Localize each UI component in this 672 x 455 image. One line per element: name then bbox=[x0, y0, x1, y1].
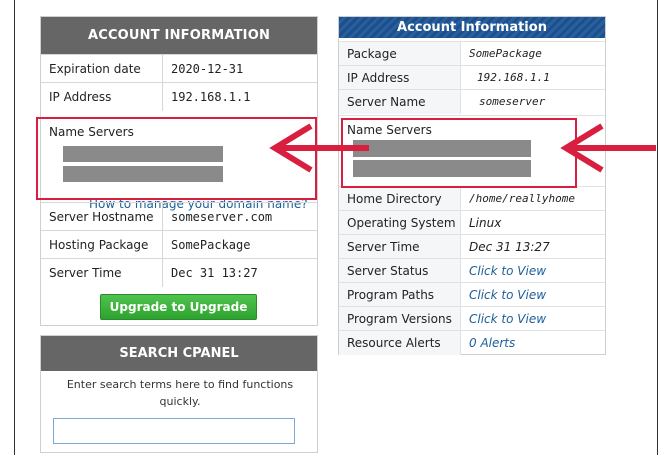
program-paths-label: Program Paths bbox=[339, 283, 461, 307]
row-server-status: Server Status Click to View bbox=[339, 258, 605, 283]
ip-address-value-right: 192.168.1.1 bbox=[477, 71, 550, 84]
server-hostname-label: Server Hostname bbox=[41, 203, 163, 231]
search-cpanel-header: SEARCH CPANEL bbox=[41, 336, 317, 371]
name-servers-highlight-right bbox=[341, 118, 577, 188]
server-time-label-left: Server Time bbox=[41, 259, 163, 287]
row-operating-system: Operating System Linux bbox=[339, 210, 605, 235]
search-cpanel-panel: SEARCH CPANEL Enter search terms here to… bbox=[40, 335, 318, 453]
upgrade-button[interactable]: Upgrade to Upgrade bbox=[100, 294, 257, 320]
row-program-paths: Program Paths Click to View bbox=[339, 282, 605, 307]
row-resource-alerts: Resource Alerts 0 Alerts bbox=[339, 330, 605, 355]
row-home-directory: Home Directory /home/reallyhome bbox=[339, 186, 605, 211]
server-name-value: someserver bbox=[479, 95, 546, 108]
operating-system-label: Operating System bbox=[339, 211, 461, 235]
search-input[interactable] bbox=[53, 418, 295, 444]
package-value: SomePackage bbox=[469, 47, 542, 60]
server-hostname-value: someserver.com bbox=[171, 210, 273, 224]
operating-system-value: Linux bbox=[469, 216, 502, 230]
program-paths-link[interactable]: Click to View bbox=[469, 283, 546, 307]
row-server-time-left: Server Time Dec 31 13:27 bbox=[41, 258, 317, 287]
server-time-label-right: Server Time bbox=[339, 235, 461, 259]
row-server-time-right: Server Time Dec 31 13:27 bbox=[339, 234, 605, 259]
home-directory-value: /home/reallyhome bbox=[469, 192, 575, 205]
home-directory-label: Home Directory bbox=[339, 187, 461, 211]
program-versions-link[interactable]: Click to View bbox=[469, 307, 546, 331]
account-info-header-left: ACCOUNT INFORMATION bbox=[41, 17, 317, 54]
row-ip-address-right: IP Address 192.168.1.1 bbox=[339, 65, 605, 90]
ip-address-label-right: IP Address bbox=[339, 66, 461, 90]
resource-alerts-label: Resource Alerts bbox=[339, 331, 461, 355]
server-status-link[interactable]: Click to View bbox=[469, 259, 546, 283]
account-info-header-right: Account Information bbox=[339, 17, 605, 38]
server-time-value-left: Dec 31 13:27 bbox=[171, 266, 258, 280]
row-server-name: Server Name someserver bbox=[339, 89, 605, 114]
program-versions-label: Program Versions bbox=[339, 307, 461, 331]
server-status-label: Server Status bbox=[339, 259, 461, 283]
expiration-date-label: Expiration date bbox=[41, 55, 163, 83]
server-name-label: Server Name bbox=[339, 90, 461, 114]
resource-alerts-link[interactable]: 0 Alerts bbox=[469, 331, 515, 355]
row-ip-address: IP Address 192.168.1.1 bbox=[41, 82, 317, 111]
pointer-arrow-icon bbox=[269, 123, 369, 173]
row-program-versions: Program Versions Click to View bbox=[339, 306, 605, 331]
server-time-value-right: Dec 31 13:27 bbox=[469, 240, 550, 254]
package-label: Package bbox=[339, 42, 461, 66]
hosting-package-value: SomePackage bbox=[171, 238, 251, 252]
search-description: Enter search terms here to find function… bbox=[66, 378, 294, 408]
hosting-package-label: Hosting Package bbox=[41, 231, 163, 259]
row-expiration-date: Expiration date 2020-12-31 bbox=[41, 54, 317, 83]
row-server-hostname: Server Hostname someserver.com bbox=[41, 202, 317, 231]
row-hosting-package: Hosting Package SomePackage bbox=[41, 230, 317, 259]
ip-address-value: 192.168.1.1 bbox=[171, 90, 251, 104]
expiration-date-value: 2020-12-31 bbox=[171, 62, 244, 76]
pointer-arrow-icon bbox=[560, 123, 656, 173]
ip-address-label: IP Address bbox=[41, 83, 163, 111]
row-package: Package SomePackage bbox=[339, 41, 605, 66]
